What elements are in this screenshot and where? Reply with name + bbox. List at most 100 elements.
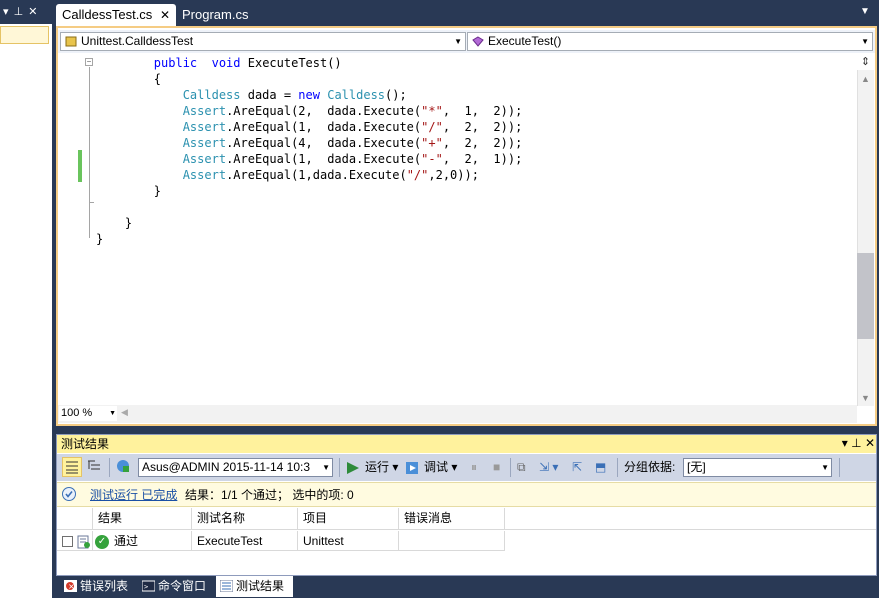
test-run-config-icon[interactable] (114, 457, 134, 477)
import-results-icon[interactable]: ⇲ ▾ (539, 457, 558, 478)
member-dropdown-value: ExecuteTest() (488, 34, 562, 48)
code-text[interactable]: public void ExecuteTest() { Calldess dad… (96, 55, 851, 400)
export-results-icon[interactable]: ⧉ (517, 457, 526, 478)
column-header-project[interactable]: 项目 (298, 508, 399, 529)
member-dropdown[interactable]: ExecuteTest() ▼ (467, 32, 873, 51)
left-pane-body (0, 24, 52, 598)
error-cell (399, 531, 505, 551)
toolbar-separator (339, 458, 340, 477)
scroll-left-icon[interactable]: ◀ (121, 407, 131, 421)
code-token: .AreEqual(4, dada.Execute( (226, 136, 422, 150)
test-run-summary: 结果：1/1 个通过； 选中的项: 0 (185, 488, 354, 502)
run-button[interactable]: 运行 ▾ (345, 457, 398, 478)
run-label: 运行 (365, 460, 390, 474)
code-keyword: void (211, 56, 241, 70)
scroll-up-icon[interactable]: ▲ (857, 72, 874, 86)
change-tracking-bar (78, 150, 82, 182)
test-name-cell: ExecuteTest (192, 531, 298, 551)
stop-icon[interactable]: ■ (493, 457, 500, 478)
test-document-icon (77, 535, 90, 549)
outline-line-outer (89, 202, 90, 238)
column-header-test-name[interactable]: 测试名称 (192, 508, 298, 529)
code-line[interactable]: Assert.AreEqual(2, dada.Execute("*", 1, … (96, 103, 523, 119)
tab-program-cs[interactable]: Program.cs (176, 4, 256, 26)
code-line[interactable]: Calldess dada = new Calldess(); (96, 87, 407, 103)
code-line[interactable]: Assert.AreEqual(1, dada.Execute("/", 2, … (96, 119, 523, 135)
code-line[interactable]: } (96, 183, 161, 199)
tab-calldesstest-cs[interactable]: CalldessTest.cs ✕ (56, 4, 176, 26)
tab-list-dropdown-icon[interactable]: ▼ (856, 6, 874, 22)
code-type: Assert (182, 152, 227, 166)
pause-icon[interactable]: ⏸ (471, 457, 477, 478)
tab-error-list-label: 错误列表 (80, 579, 129, 593)
code-line[interactable]: } (96, 231, 103, 247)
tab-test-results-label: 测试结果 (236, 579, 285, 593)
column-header-checkbox[interactable] (57, 508, 93, 529)
code-type: Calldess (327, 88, 386, 102)
code-line[interactable]: Assert.AreEqual(1, dada.Execute("-", 2, … (96, 151, 523, 167)
left-pane-header-buttons[interactable]: ▾ ⊥ ✕ (3, 5, 38, 18)
code-line[interactable]: { (96, 71, 161, 87)
code-token: { (153, 72, 162, 86)
test-run-completed-link[interactable]: 测试运行 已完成 (90, 486, 177, 503)
group-by-label: 分组依据: (624, 460, 676, 474)
results-grid-header: 结果 测试名称 项目 错误消息 (57, 508, 876, 530)
save-results-icon[interactable]: ⬒ (595, 457, 606, 478)
tab-test-results[interactable]: 测试结果 (216, 576, 293, 597)
code-line[interactable]: public void ExecuteTest() (96, 55, 342, 71)
test-run-selector[interactable]: Asus@ADMIN 2015-11-14 10:3 ▼ (138, 458, 333, 477)
group-by-dropdown[interactable]: [无] ▼ (683, 458, 832, 477)
code-token: .AreEqual(1, dada.Execute( (226, 120, 422, 134)
code-keyword: public (153, 56, 198, 70)
chevron-down-icon: ▼ (320, 459, 330, 476)
vertical-scroll-thumb[interactable] (857, 253, 874, 339)
code-line[interactable]: } (96, 215, 132, 231)
tab-label: CalldessTest.cs (62, 7, 153, 22)
tab-error-list[interactable]: × 错误列表 (60, 576, 138, 597)
scroll-down-icon[interactable]: ▼ (857, 391, 874, 405)
list-view-icon[interactable] (62, 457, 82, 477)
zoom-dropdown[interactable]: 100 % ▼ (59, 406, 117, 421)
code-line[interactable]: Assert.AreEqual(4, dada.Execute("+", 2, … (96, 135, 523, 151)
code-type: Assert (182, 168, 227, 182)
test-run-selector-value: Asus@ADMIN 2015-11-14 10:3 (142, 460, 311, 474)
debug-button[interactable]: 调试 ▾ (404, 457, 457, 478)
toolbar-separator (510, 458, 511, 477)
vertical-scrollbar[interactable] (857, 54, 874, 406)
code-token: } (153, 184, 162, 198)
collapse-icon[interactable]: − (85, 58, 93, 66)
tree-view-icon[interactable] (85, 457, 105, 477)
code-token: } (124, 216, 133, 230)
pane-window-buttons[interactable]: ▾ ⊥ ✕ (820, 436, 875, 452)
class-icon (65, 36, 77, 47)
code-line[interactable]: Assert.AreEqual(1,dada.Execute("/",2,0))… (96, 167, 479, 183)
code-token: .AreEqual(1, dada.Execute( (226, 152, 422, 166)
code-token: } (96, 232, 104, 246)
column-header-error-message[interactable]: 错误消息 (399, 508, 505, 529)
code-string: "/" (421, 120, 443, 134)
bottom-tool-tabs: × 错误列表 > 命令窗口 测试结果 (56, 576, 879, 598)
row-checkbox[interactable] (62, 536, 73, 547)
toolbar-separator (839, 458, 840, 477)
left-pane-selected-item[interactable] (0, 26, 49, 44)
code-token: (); (385, 88, 407, 102)
tab-label: Program.cs (182, 7, 249, 22)
split-window-icon[interactable]: ⇕ (857, 54, 874, 70)
tab-command-window[interactable]: > 命令窗口 (138, 576, 216, 597)
publish-icon[interactable]: ⇱ (572, 457, 582, 478)
code-string: "+" (421, 136, 443, 150)
column-header-result[interactable]: 结果 (93, 508, 192, 529)
tab-close-icon[interactable]: ✕ (160, 4, 170, 26)
table-row[interactable]: 通过 ExecuteTest Unittest (57, 531, 876, 552)
class-dropdown[interactable]: Unittest.CalldessTest ▼ (60, 32, 466, 51)
svg-text:×: × (68, 582, 75, 591)
code-token: dada = (240, 88, 299, 102)
